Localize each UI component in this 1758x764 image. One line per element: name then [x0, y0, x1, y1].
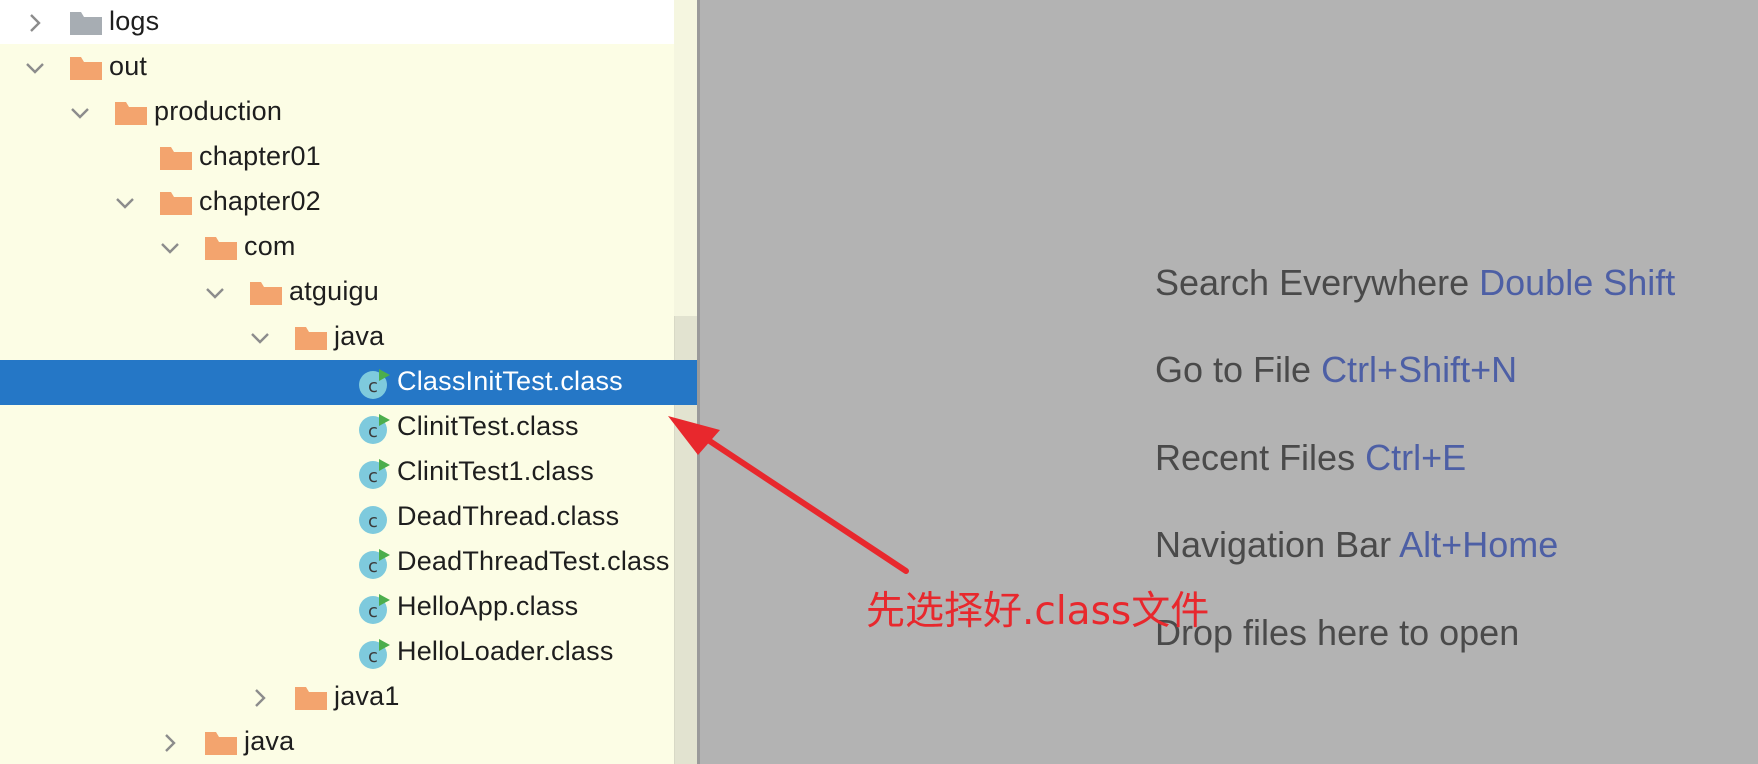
annotation-label: 先选择好.class文件: [866, 589, 1210, 634]
arrow-shaft: [687, 425, 909, 574]
annotation-arrow: [668, 416, 909, 574]
arrow-head: [668, 416, 720, 455]
